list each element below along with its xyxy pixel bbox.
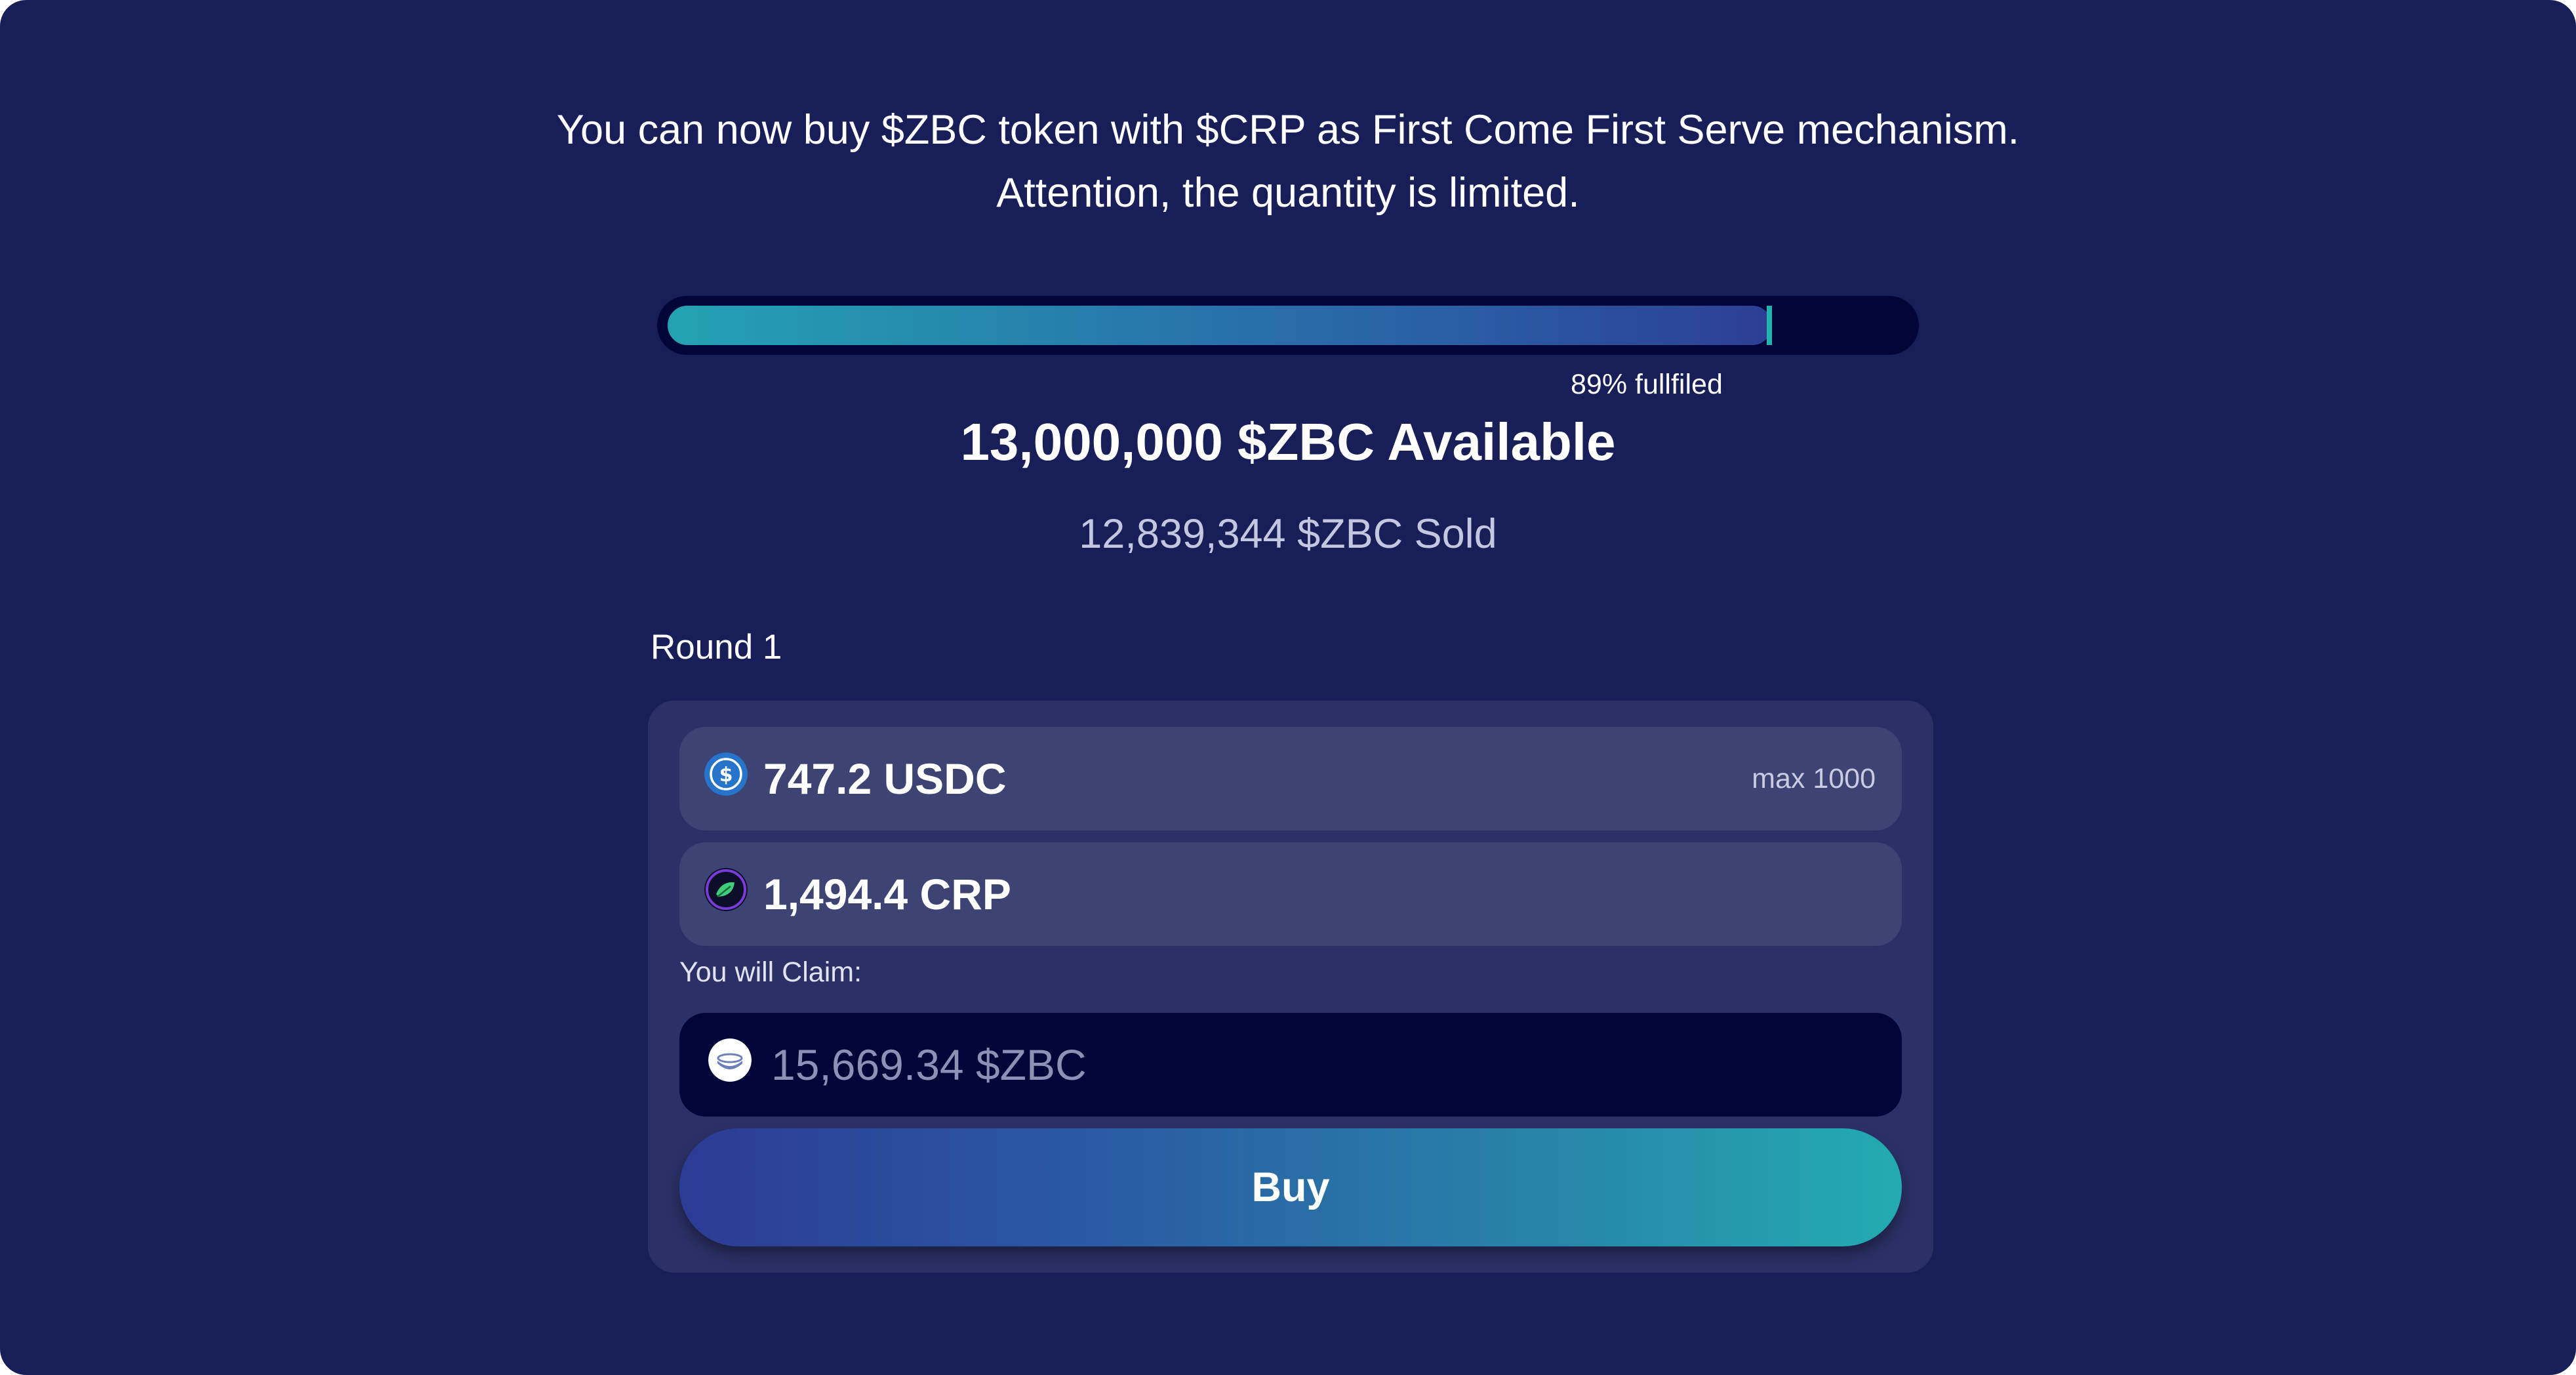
usdc-max-label[interactable]: max 1000 [1752,727,1876,831]
progress-label: 89% fullfiled [1571,369,1723,400]
sale-progress-bar [657,296,1919,355]
usdc-amount-field[interactable]: $ 747.2 USDC max 1000 [679,727,1902,831]
zbc-claim-value: 15,669.34 $ZBC [771,1040,1087,1089]
zbc-icon [708,1038,752,1082]
presale-panel: You can now buy $ZBC token with $CRP as … [0,0,2576,1375]
purchase-card: $ 747.2 USDC max 1000 1,494.4 CRP You wi… [648,701,1933,1273]
sale-progress-marker [1767,306,1772,345]
usdc-icon: $ [704,752,748,796]
round-label: Round 1 [651,628,782,667]
svg-text:$: $ [719,764,733,787]
intro-line-2: Attention, the quantity is limited. [996,170,1580,216]
intro-line-1: You can now buy $ZBC token with $CRP as … [556,107,2020,153]
crp-amount-value: 1,494.4 CRP [763,870,1011,918]
usdc-amount-value: 747.2 USDC [763,754,1007,803]
available-amount: 13,000,000 $ZBC Available [960,413,1616,471]
crp-amount-field[interactable]: 1,494.4 CRP [679,842,1902,946]
claim-label: You will Claim: [679,956,862,988]
sold-amount: 12,839,344 $ZBC Sold [1079,511,1497,557]
crp-icon [704,868,748,911]
zbc-claim-field: 15,669.34 $ZBC [679,1013,1902,1117]
sale-progress-fill [668,306,1772,345]
buy-button[interactable]: Buy [679,1128,1902,1246]
